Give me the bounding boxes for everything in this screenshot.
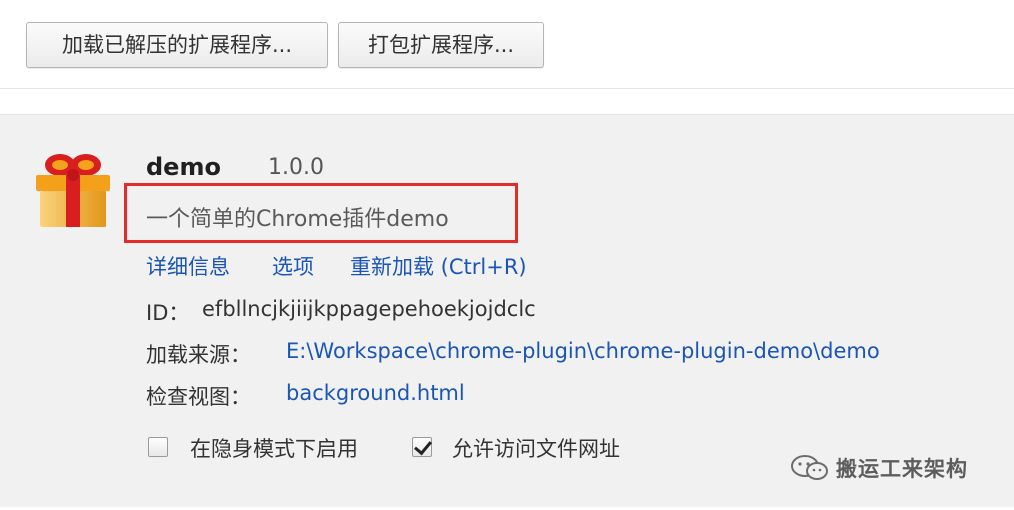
watermark-text: 搬运工来架构 — [836, 457, 968, 481]
extension-links: 详细信息 选项 重新加载 (Ctrl+R) — [146, 251, 527, 281]
file-access-label: 允许访问文件网址 — [452, 437, 620, 461]
checkmark-icon — [414, 436, 432, 456]
gift-box-icon — [36, 154, 110, 227]
id-value: efbllncjkjiijkppagepehoekjojdclc — [202, 297, 536, 321]
load-source-row: 加载来源： E:\Workspace\chrome-plugin\chrome-… — [146, 339, 880, 369]
incognito-label: 在隐身模式下启用 — [190, 437, 358, 461]
wechat-icon — [791, 455, 828, 480]
inspect-views-row: 检查视图： background.html — [146, 381, 465, 411]
id-label: ID： — [146, 301, 190, 325]
toolbar-divider — [0, 88, 1014, 89]
views-label: 检查视图： — [146, 385, 251, 409]
extensions-toolbar: 加载已解压的扩展程序... 打包扩展程序... — [0, 0, 1014, 110]
options-link[interactable]: 选项 — [272, 251, 314, 281]
description-highlight-box — [124, 183, 518, 243]
pack-extension-button[interactable]: 打包扩展程序... — [338, 22, 544, 68]
load-unpacked-button[interactable]: 加载已解压的扩展程序... — [26, 22, 328, 68]
source-label: 加载来源： — [146, 343, 251, 367]
incognito-checkbox[interactable] — [148, 437, 168, 457]
extension-version: 1.0.0 — [268, 155, 324, 180]
source-path-link[interactable]: E:\Workspace\chrome-plugin\chrome-plugin… — [286, 339, 880, 363]
background-page-link[interactable]: background.html — [286, 381, 465, 405]
file-access-checkbox[interactable] — [412, 436, 432, 457]
details-link[interactable]: 详细信息 — [146, 255, 230, 279]
extension-id-row: ID： efbllncjkjiijkppagepehoekjojdclc — [146, 297, 536, 327]
reload-link[interactable]: 重新加载 (Ctrl+R) — [350, 251, 527, 281]
permission-checkboxes: 在隐身模式下启用 允许访问文件网址 — [0, 433, 700, 463]
extension-card: demo 1.0.0 一个简单的Chrome插件demo 详细信息 选项 重新加… — [0, 114, 1014, 507]
extension-name: demo — [146, 153, 221, 181]
